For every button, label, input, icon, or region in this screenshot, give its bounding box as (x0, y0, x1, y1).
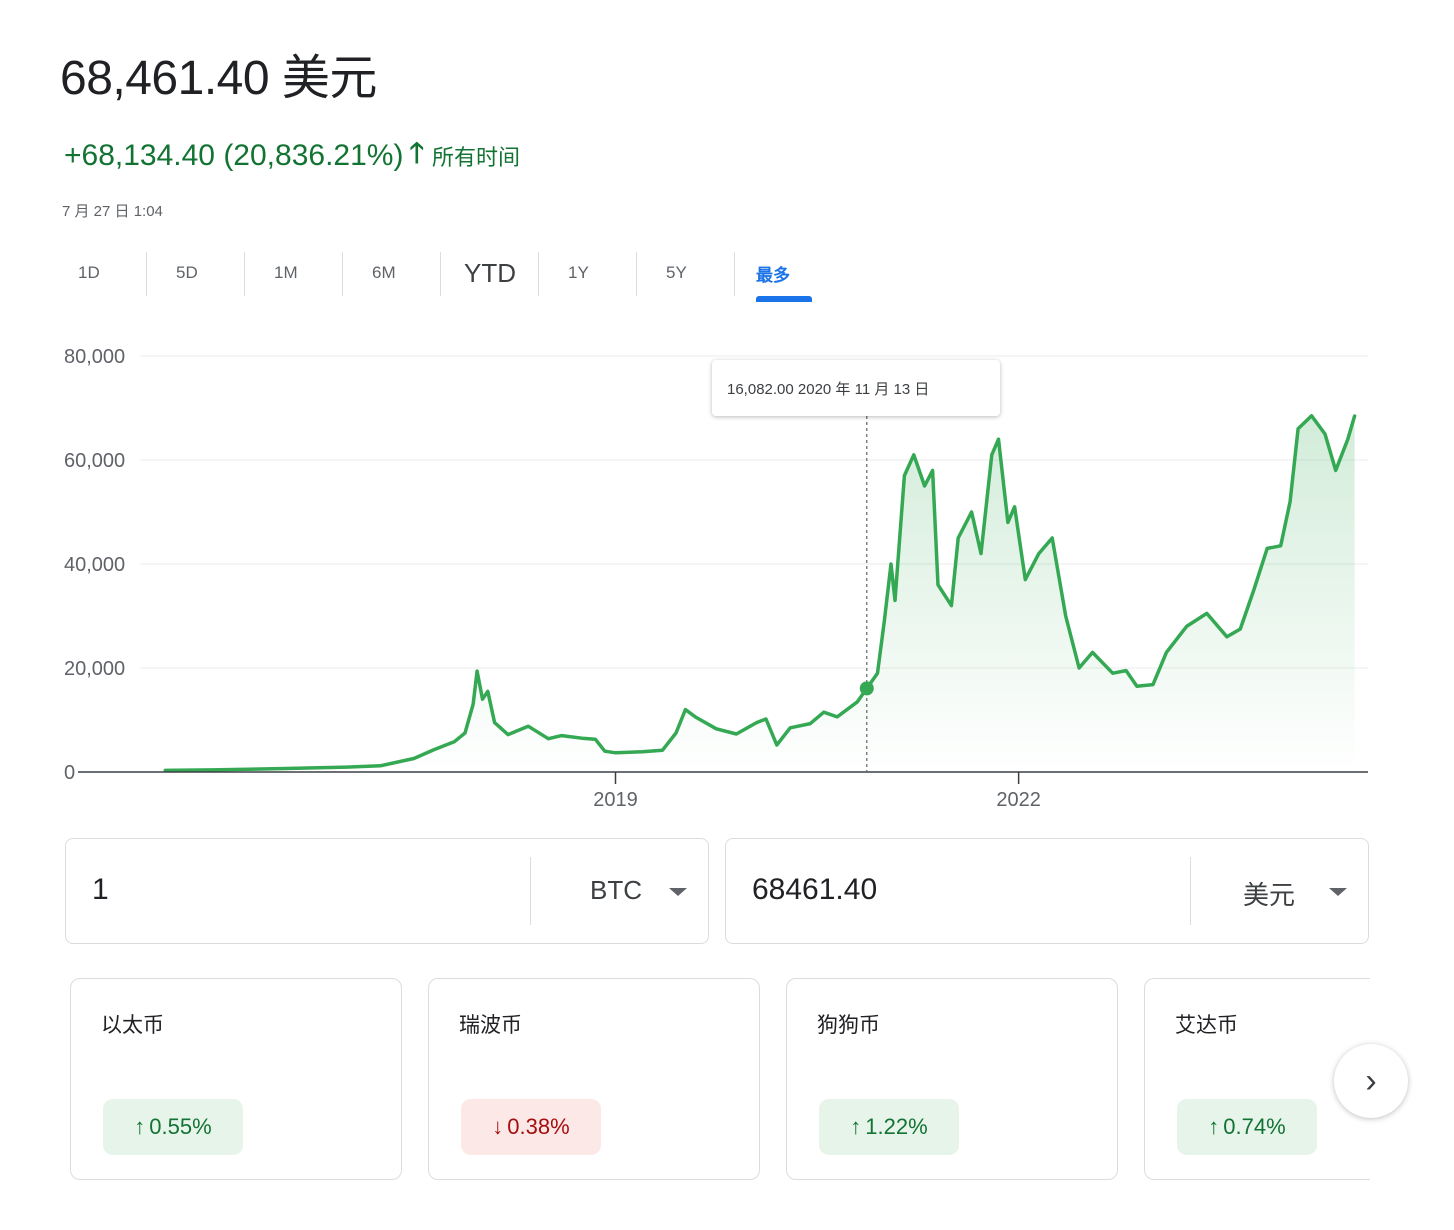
current-price: 68,461.40 美元 (60, 52, 377, 105)
arrow-up-icon: ↑ (134, 1114, 146, 1139)
fiat-unit-select[interactable]: 美元 (1243, 875, 1295, 912)
converter-fiat: 68461.40 美元 (725, 838, 1369, 944)
chevron-down-icon[interactable] (1329, 888, 1347, 896)
tab-1y[interactable]: 1Y (538, 248, 636, 298)
y-tick-label: 60,000 (64, 450, 125, 472)
arrow-down-icon: ↓ (492, 1114, 504, 1139)
card-title: 狗狗币 (817, 1014, 880, 1037)
tab-max[interactable]: 最多 (734, 248, 832, 302)
arrow-up-icon: ↑ (850, 1114, 862, 1139)
tab-1m[interactable]: 1M (244, 248, 342, 298)
crypto-card-xrp[interactable]: 瑞波币 ↓ 0.38% (428, 978, 760, 1180)
y-tick-label: 80,000 (64, 346, 125, 368)
change-badge: ↑ 1.22% (819, 1099, 959, 1155)
change-period-label: 所有时间 (432, 145, 521, 170)
x-tick-label: 2022 (996, 789, 1041, 811)
y-tick-label: 0 (64, 762, 75, 784)
price-area-fill (165, 415, 1355, 772)
card-title: 艾达币 (1175, 1014, 1238, 1037)
tab-1d[interactable]: 1D (48, 248, 146, 298)
tab-5d[interactable]: 5D (146, 248, 244, 298)
hover-point (859, 681, 874, 696)
fiat-amount-input[interactable]: 68461.40 (752, 873, 877, 907)
change-badge: ↑ 0.74% (1177, 1099, 1317, 1155)
arrow-up-icon: 🡑 (409, 137, 424, 168)
crypto-unit-select[interactable]: BTC (590, 875, 642, 906)
price-change: +68,134.40 (20,836.21%) 🡑 所有时间 (64, 132, 520, 180)
change-value: 0.74% (1223, 1114, 1286, 1139)
crypto-amount-input[interactable]: 1 (92, 873, 109, 907)
y-tick-label: 20,000 (64, 658, 125, 680)
converter-divider (1190, 857, 1191, 925)
price-timestamp: 7 月 27 日 1:04 (62, 203, 163, 220)
change-value: 1.22% (865, 1114, 928, 1139)
change-value: 0.38% (507, 1114, 570, 1139)
tab-ytd[interactable]: YTD (440, 248, 538, 298)
chart-tooltip: 16,082.00 2020 年 11 月 13 日 (712, 360, 1000, 416)
crypto-card-eth[interactable]: 以太币 ↑ 0.55% (70, 978, 402, 1180)
card-title: 瑞波币 (459, 1014, 522, 1037)
converter-divider (530, 857, 531, 925)
chevron-right-icon[interactable]: › (1334, 1044, 1408, 1118)
tab-6m[interactable]: 6M (342, 248, 440, 298)
crypto-card-doge[interactable]: 狗狗币 ↑ 1.22% (786, 978, 1118, 1180)
x-tick-label: 2019 (593, 789, 638, 811)
change-value: 0.55% (149, 1114, 212, 1139)
y-tick-label: 40,000 (64, 554, 125, 576)
chevron-down-icon[interactable] (669, 888, 687, 896)
arrow-up-icon: ↑ (1208, 1114, 1220, 1139)
card-title: 以太币 (101, 1014, 164, 1037)
converter-crypto: 1 BTC (65, 838, 709, 944)
price-change-value: +68,134.40 (20,836.21%) (64, 139, 404, 172)
range-tabs: 1D 5D 1M 6M YTD 1Y 5Y 最多 (48, 248, 832, 308)
change-badge: ↑ 0.55% (103, 1099, 243, 1155)
tab-5y[interactable]: 5Y (636, 248, 734, 298)
change-badge: ↓ 0.38% (461, 1099, 601, 1155)
